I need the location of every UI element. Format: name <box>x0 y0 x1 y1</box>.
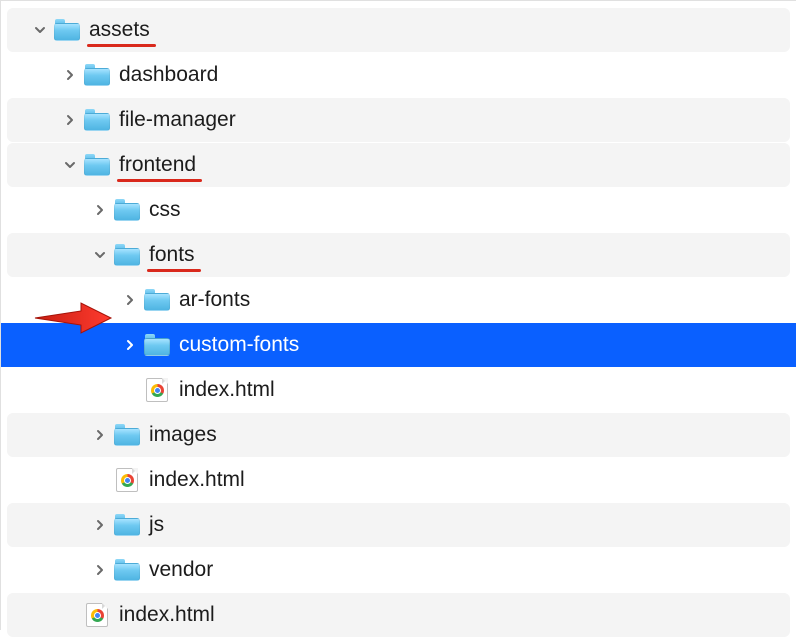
chevron-right-icon <box>123 383 137 397</box>
tree-item-fonts[interactable]: fonts <box>7 233 790 277</box>
tree-item-file-manager[interactable]: file-manager <box>7 98 790 142</box>
tree-item-label: file-manager <box>119 108 236 132</box>
tree-item-label: frontend <box>119 153 196 177</box>
tree-item-vendor[interactable]: vendor <box>7 548 790 592</box>
chevron-right-icon[interactable] <box>63 68 77 82</box>
chevron-right-icon[interactable] <box>123 293 137 307</box>
chevron-right-icon[interactable] <box>123 338 137 352</box>
chevron-right-icon[interactable] <box>63 113 77 127</box>
underline-annotation <box>87 44 156 47</box>
chevron-right-icon[interactable] <box>93 518 107 532</box>
tree-item-label: custom-fonts <box>179 333 299 357</box>
tree-item-label: vendor <box>149 558 213 582</box>
tree-item-label: js <box>149 513 164 537</box>
folder-icon <box>113 512 141 538</box>
underline-annotation <box>147 269 201 272</box>
chevron-right-icon <box>63 608 77 622</box>
html-file-icon <box>113 467 141 493</box>
chevron-right-icon[interactable] <box>93 203 107 217</box>
tree-item-dashboard[interactable]: dashboard <box>7 53 790 97</box>
tree-item-label: images <box>149 423 217 447</box>
tree-item-fonts-index[interactable]: index.html <box>7 368 790 412</box>
tree-item-label: index.html <box>119 603 215 627</box>
tree-item-label: assets <box>89 18 150 42</box>
tree-item-images[interactable]: images <box>7 413 790 457</box>
tree-item-label: ar-fonts <box>179 288 250 312</box>
folder-icon <box>113 557 141 583</box>
tree-item-label: index.html <box>179 378 275 402</box>
underline-annotation <box>117 179 202 182</box>
tree-item-js[interactable]: js <box>7 503 790 547</box>
chevron-right-icon[interactable] <box>93 428 107 442</box>
chevron-down-icon[interactable] <box>63 158 77 172</box>
folder-icon <box>83 152 111 178</box>
chevron-right-icon[interactable] <box>93 563 107 577</box>
tree-item-custom-fonts[interactable]: custom-fonts <box>1 323 796 367</box>
file-tree: assets dashboard file-manager frontend css fo… <box>1 1 796 637</box>
html-file-icon <box>83 602 111 628</box>
folder-icon <box>143 287 171 313</box>
chevron-right-icon <box>93 473 107 487</box>
folder-icon <box>83 107 111 133</box>
chevron-down-icon[interactable] <box>33 23 47 37</box>
tree-item-css[interactable]: css <box>7 188 790 232</box>
tree-item-label: dashboard <box>119 63 218 87</box>
chevron-down-icon[interactable] <box>93 248 107 262</box>
tree-item-assets[interactable]: assets <box>7 8 790 52</box>
tree-item-fe-index[interactable]: index.html <box>7 458 790 502</box>
tree-item-assets-index[interactable]: index.html <box>7 593 790 637</box>
tree-item-label: css <box>149 198 181 222</box>
folder-icon <box>113 242 141 268</box>
folder-icon <box>113 422 141 448</box>
folder-icon <box>83 62 111 88</box>
html-file-icon <box>143 377 171 403</box>
folder-icon <box>53 17 81 43</box>
tree-item-ar-fonts[interactable]: ar-fonts <box>7 278 790 322</box>
tree-item-frontend[interactable]: frontend <box>7 143 790 187</box>
folder-icon <box>143 332 171 358</box>
folder-icon <box>113 197 141 223</box>
tree-item-label: fonts <box>149 243 195 267</box>
tree-item-label: index.html <box>149 468 245 492</box>
